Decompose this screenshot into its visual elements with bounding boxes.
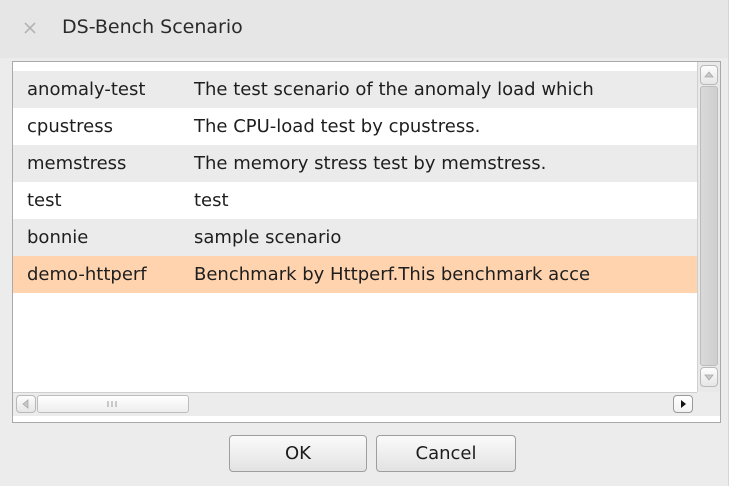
scroll-down-arrow-icon[interactable] <box>700 367 718 387</box>
scenario-name: test <box>27 190 62 211</box>
scenario-name: anomaly-test <box>27 79 146 100</box>
scenario-description: The test scenario of the anomaly load wh… <box>194 79 594 100</box>
grip-icon <box>106 400 118 408</box>
scenario-description: test <box>194 190 229 211</box>
scenario-list[interactable]: anomaly-test The test scenario of the an… <box>12 61 721 423</box>
title-bar: DS-Bench Scenario <box>0 0 728 58</box>
cancel-button[interactable]: Cancel <box>376 435 516 472</box>
scroll-right-arrow-icon[interactable] <box>673 395 693 413</box>
scenario-name: demo-httperf <box>27 264 147 285</box>
scenario-dialog: DS-Bench Scenario anomaly-test The test … <box>0 0 729 486</box>
scenario-name: bonnie <box>27 227 89 248</box>
window-title: DS-Bench Scenario <box>62 16 243 38</box>
vertical-scroll-thumb[interactable] <box>700 86 718 366</box>
table-row[interactable]: bonnie sample scenario <box>13 219 697 256</box>
scenario-name: cpustress <box>27 116 114 137</box>
scenario-description: The CPU-load test by cpustress. <box>194 116 481 137</box>
table-row[interactable]: anomaly-test The test scenario of the an… <box>13 71 697 108</box>
horizontal-scrollbar[interactable] <box>13 392 697 416</box>
scenario-description: The memory stress test by memstress. <box>194 153 547 174</box>
scenario-description: sample scenario <box>194 227 342 248</box>
scroll-up-arrow-icon[interactable] <box>700 65 718 85</box>
scenario-rows: anomaly-test The test scenario of the an… <box>13 71 697 384</box>
scrollbar-corner <box>697 392 720 416</box>
table-row[interactable]: memstress The memory stress test by mems… <box>13 145 697 182</box>
vertical-scrollbar[interactable] <box>697 62 720 392</box>
close-icon[interactable] <box>22 20 38 36</box>
scenario-name: memstress <box>27 153 127 174</box>
table-row[interactable]: test test <box>13 182 697 219</box>
table-row-selected[interactable]: demo-httperf Benchmark by Httperf.This b… <box>13 256 697 293</box>
scroll-left-arrow-icon[interactable] <box>16 395 36 413</box>
table-row[interactable]: cpustress The CPU-load test by cpustress… <box>13 108 697 145</box>
scenario-description: Benchmark by Httperf.This benchmark acce <box>194 264 591 285</box>
horizontal-scroll-thumb[interactable] <box>37 395 189 413</box>
ok-button[interactable]: OK <box>229 435 367 472</box>
